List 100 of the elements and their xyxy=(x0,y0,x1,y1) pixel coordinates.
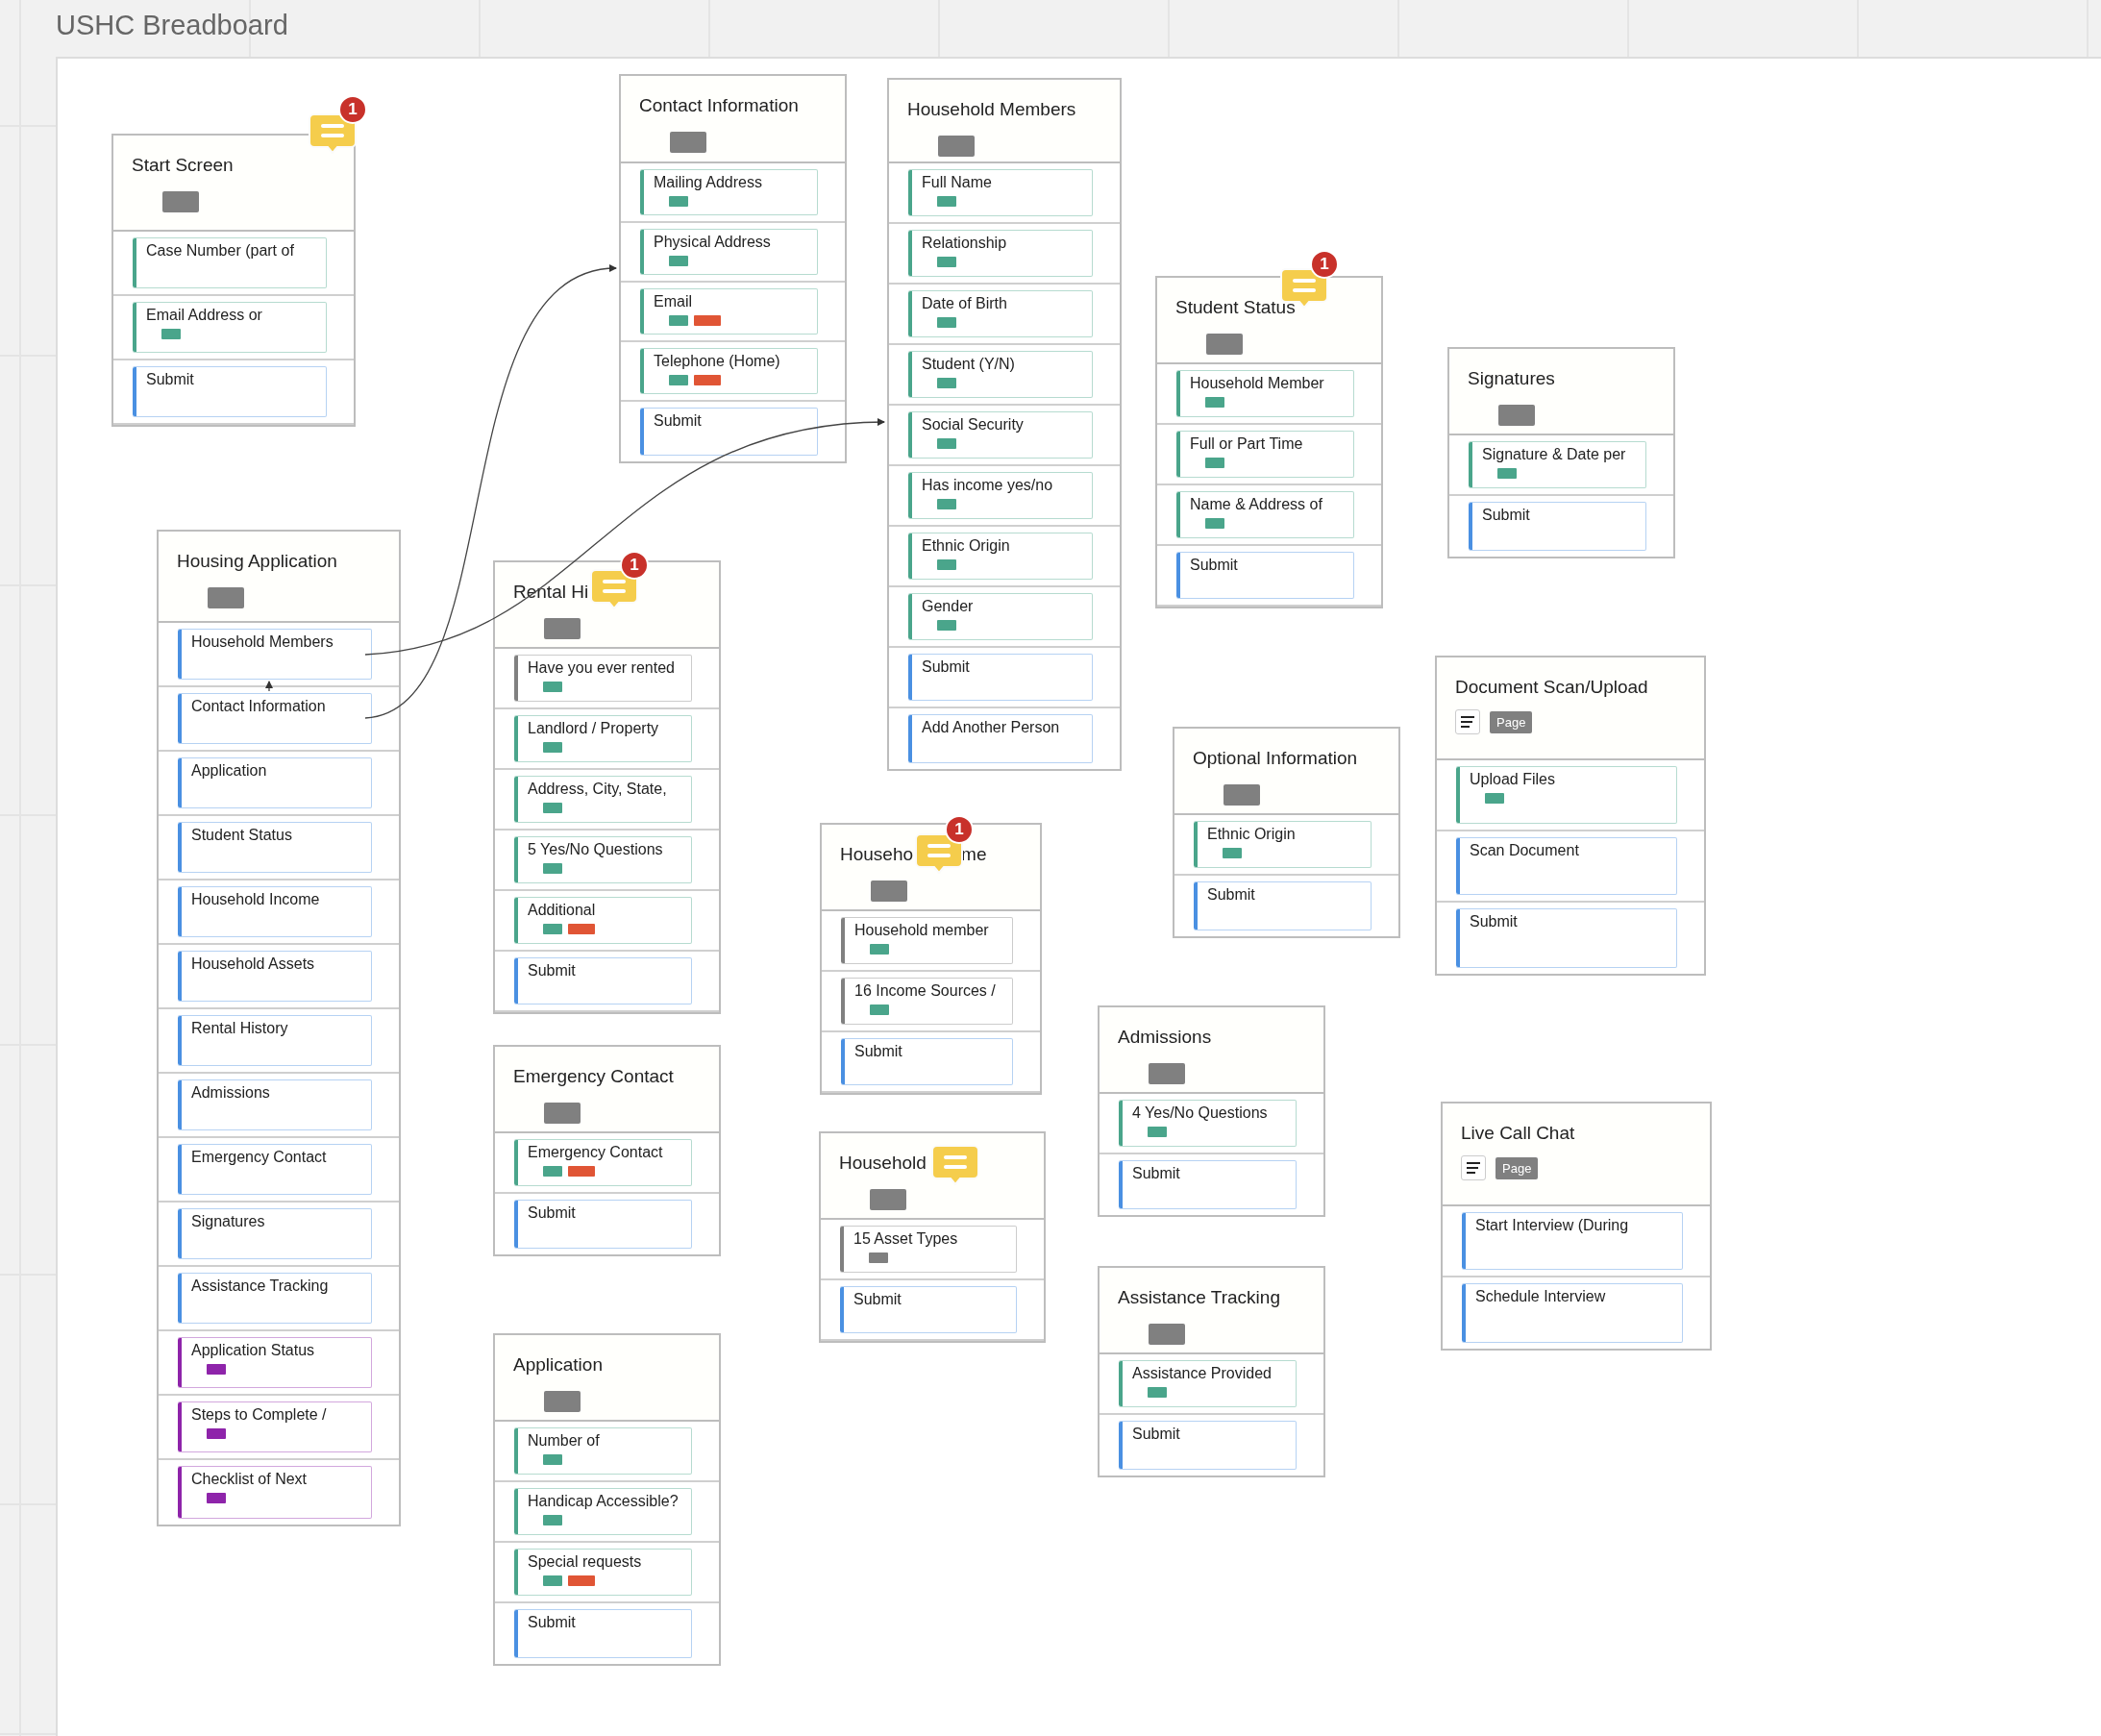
page-badge: Page xyxy=(1490,710,1533,733)
field-label: Landlord / Property xyxy=(528,720,659,737)
card-title: Assistance Tracking xyxy=(1118,1287,1280,1308)
screen-icon xyxy=(1224,784,1260,806)
field-label: Admissions xyxy=(191,1084,270,1102)
card-title: Emergency Contact xyxy=(513,1066,674,1087)
field-label: Date of Birth xyxy=(922,295,1007,312)
field-label: Social Security xyxy=(922,416,1024,434)
screen-icon xyxy=(1149,1063,1185,1084)
field-label: Number of xyxy=(528,1432,600,1450)
field-label: Steps to Complete / xyxy=(191,1406,327,1424)
lines-icon[interactable] xyxy=(1461,1155,1486,1180)
field-label: Household Members xyxy=(191,633,334,651)
screen-icon xyxy=(870,1189,906,1210)
card-title: Contact Information xyxy=(639,95,799,116)
field-label: Submit xyxy=(146,371,194,388)
field-label: Scan Document xyxy=(1470,842,1579,859)
card-title: Optional Information xyxy=(1193,748,1358,769)
field-label: Emergency Contact xyxy=(528,1144,663,1161)
card-title: Housing Application xyxy=(177,551,337,572)
field-label: Handicap Accessible? xyxy=(528,1493,679,1510)
field-label: Signature & Date per xyxy=(1482,446,1626,463)
field-label: Submit xyxy=(854,1043,902,1060)
field-label: Assistance Provided xyxy=(1132,1365,1272,1382)
field-label: Submit xyxy=(1207,886,1255,904)
field-label: Schedule Interview xyxy=(1475,1288,1606,1305)
screen-icon xyxy=(670,132,706,153)
screen-icon xyxy=(871,880,907,902)
field-label: Household Member xyxy=(1190,375,1324,392)
screen-icon xyxy=(938,136,975,157)
field-label: Upload Files xyxy=(1470,771,1555,788)
field-label: Relationship xyxy=(922,235,1007,252)
screen-icon xyxy=(162,191,199,212)
field-label: Case Number (part of xyxy=(146,242,294,260)
page-badge: Page xyxy=(1495,1156,1539,1179)
field-label: Start Interview (During xyxy=(1475,1217,1629,1234)
field-label: Telephone (Home) xyxy=(654,353,780,370)
field-label: Have you ever rented xyxy=(528,659,675,677)
field-label: Special requests xyxy=(528,1553,642,1571)
field-label: Application xyxy=(191,762,267,780)
field-label: 4 Yes/No Questions xyxy=(1132,1104,1268,1122)
field-label: Submit xyxy=(1132,1165,1180,1182)
field-label: Mailing Address xyxy=(654,174,762,191)
field-label: Household Assets xyxy=(191,955,315,973)
field-label: Rental History xyxy=(191,1020,288,1037)
field-label: Submit xyxy=(528,962,576,980)
screen-icon xyxy=(208,587,244,608)
field-label: Email xyxy=(654,293,693,310)
field-label: Ethnic Origin xyxy=(1207,826,1296,843)
card-title: Document Scan/Upload xyxy=(1455,677,1648,698)
field-label: Additional xyxy=(528,902,596,919)
field-label: Ethnic Origin xyxy=(922,537,1010,555)
field-label: Submit xyxy=(853,1291,902,1308)
screen-icon xyxy=(544,1103,581,1124)
card-title: Househo xyxy=(840,844,914,865)
field-label: Name & Address of xyxy=(1190,496,1322,513)
card-title: Signatures xyxy=(1468,368,1555,389)
field-label: Gender xyxy=(922,598,974,615)
field-label: Submit xyxy=(528,1614,576,1631)
field-label: Submit xyxy=(922,658,970,676)
card-title: Household xyxy=(839,1153,927,1174)
field-label: Checklist of Next xyxy=(191,1471,308,1488)
field-label: Submit xyxy=(1190,557,1238,574)
card-title: Live Call Chat xyxy=(1461,1123,1575,1144)
screen-icon xyxy=(1149,1324,1185,1345)
card-title: Application xyxy=(513,1354,603,1376)
field-label: Signatures xyxy=(191,1213,265,1230)
screen-icon xyxy=(1206,334,1243,355)
field-label: Application Status xyxy=(191,1342,315,1359)
field-label: Full or Part Time xyxy=(1190,435,1303,453)
field-label: Email Address or xyxy=(146,307,262,324)
connector-arrow xyxy=(265,681,273,692)
field-label: Student (Y/N) xyxy=(922,356,1015,373)
page-title: USHC Breadboard xyxy=(56,10,288,41)
field-label: Household Income xyxy=(191,891,320,908)
screen-icon xyxy=(544,618,581,639)
field-label: Student Status xyxy=(191,827,292,844)
field-label: Submit xyxy=(1482,507,1530,524)
field-label: Full Name xyxy=(922,174,992,191)
field-label: Add Another Person xyxy=(922,719,1060,736)
field-label: 16 Income Sources / xyxy=(854,982,996,1000)
field-label: Submit xyxy=(528,1204,576,1222)
field-label: Submit xyxy=(654,412,702,430)
field-label: Physical Address xyxy=(654,234,771,251)
card-title: Start Screen xyxy=(132,155,234,176)
field-label: 15 Asset Types xyxy=(853,1230,958,1248)
field-label: 5 Yes/No Questions xyxy=(528,841,663,858)
field-label: Submit xyxy=(1470,913,1518,930)
screen-icon xyxy=(1498,405,1535,426)
card-title: Household Members xyxy=(907,99,1076,120)
card-title: Admissions xyxy=(1118,1027,1212,1048)
card-title: Student Status xyxy=(1175,297,1296,318)
field-label: Contact Information xyxy=(191,698,326,715)
field-label: Address, City, State, xyxy=(528,781,667,798)
field-label: Assistance Tracking xyxy=(191,1277,329,1295)
field-label: Submit xyxy=(1132,1426,1180,1443)
field-label: Has income yes/no xyxy=(922,477,1053,494)
screen-icon xyxy=(544,1391,581,1412)
lines-icon[interactable] xyxy=(1455,709,1480,734)
field-label: Emergency Contact xyxy=(191,1149,327,1166)
